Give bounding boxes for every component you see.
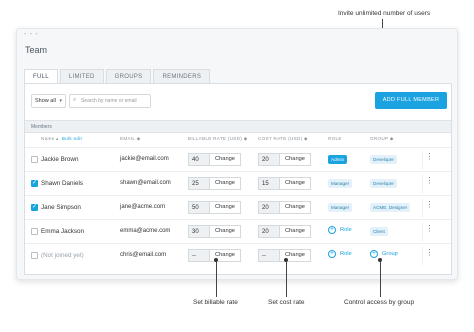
more-options-icon[interactable]: ⋮ bbox=[422, 199, 436, 217]
member-name: (Not joined yet) bbox=[41, 252, 84, 259]
member-email: jane@acme.com bbox=[120, 204, 166, 210]
search-icon: ⌕ bbox=[73, 97, 77, 103]
group-badge[interactable]: Developer bbox=[370, 155, 397, 164]
name-header-label: Name bbox=[41, 136, 55, 141]
page-title: Team bbox=[25, 45, 48, 55]
chevron-down-icon: ▾ bbox=[59, 98, 62, 104]
billable-rate-value[interactable]: 50 bbox=[188, 201, 210, 214]
member-name: Shawn Daniels bbox=[41, 180, 84, 187]
add-group-label: Group bbox=[382, 251, 398, 257]
add-role-button[interactable]: + Role bbox=[328, 250, 352, 258]
member-email: emma@acme.com bbox=[120, 228, 171, 234]
window-controls: • • • bbox=[24, 32, 39, 38]
bulk-edit-link[interactable]: Bulk edit bbox=[62, 136, 82, 141]
member-email: jackie@email.com bbox=[120, 156, 169, 162]
add-full-member-button[interactable]: ADD FULL MEMBER bbox=[375, 92, 447, 109]
plus-circle-icon: + bbox=[328, 250, 336, 258]
column-header-group[interactable]: GROUP ◆ bbox=[370, 136, 394, 142]
billable-rate-value[interactable]: 25 bbox=[188, 177, 210, 190]
role-badge[interactable]: Manager bbox=[328, 203, 353, 212]
member-name: Emma Jackson bbox=[41, 228, 85, 235]
add-role-label: Role bbox=[340, 227, 352, 233]
more-options-icon[interactable]: ⋮ bbox=[422, 175, 436, 193]
cost-rate-field: 15 Change bbox=[258, 177, 311, 190]
row-checkbox[interactable] bbox=[31, 179, 38, 187]
row-checkbox[interactable] bbox=[31, 228, 38, 235]
table-row: Emma Jackson emma@acme.com 30 Change 20 … bbox=[25, 219, 451, 243]
member-email: chris@email.com bbox=[120, 252, 167, 258]
role-badge[interactable]: Admin bbox=[328, 155, 348, 164]
column-header-cost-rate[interactable]: COST RATE (USD) ◆ bbox=[258, 136, 308, 142]
more-options-icon[interactable]: ⋮ bbox=[422, 223, 436, 241]
column-header-billable-rate[interactable]: BILLABLE RATE (USD) ◆ bbox=[188, 136, 248, 142]
billable-rate-value[interactable]: 30 bbox=[188, 225, 210, 238]
table-row: Jackie Brown jackie@email.com 40 Change … bbox=[25, 147, 451, 171]
search-placeholder: Search by name or email bbox=[81, 98, 137, 104]
change-billable-button[interactable]: Change bbox=[210, 153, 241, 166]
plus-circle-icon: + bbox=[370, 250, 378, 258]
column-header-role: ROLE bbox=[328, 136, 342, 141]
callout-access: Control access by group bbox=[344, 299, 415, 306]
row-checkbox[interactable] bbox=[31, 203, 38, 211]
add-group-button[interactable]: + Group bbox=[370, 250, 398, 258]
search-input[interactable]: ⌕ Search by name or email bbox=[69, 94, 151, 108]
change-cost-button[interactable]: Change bbox=[280, 201, 311, 214]
change-billable-button[interactable]: Change bbox=[210, 201, 241, 214]
column-header-name: Name ▴ Bulk edit bbox=[41, 136, 83, 141]
callout-cost: Set cost rate bbox=[268, 299, 305, 306]
row-checkbox[interactable] bbox=[31, 252, 38, 259]
role-badge[interactable]: Manager bbox=[328, 179, 353, 188]
more-options-icon[interactable]: ⋮ bbox=[422, 151, 436, 169]
callout-access-line bbox=[380, 261, 381, 297]
billable-rate-field: 25 Change bbox=[188, 177, 241, 190]
cost-rate-value[interactable]: 15 bbox=[258, 177, 280, 190]
cost-rate-value[interactable]: 20 bbox=[258, 225, 280, 238]
cost-rate-field: 20 Change bbox=[258, 201, 311, 214]
show-filter-value: Show all bbox=[35, 98, 56, 104]
row-checkbox[interactable] bbox=[31, 156, 38, 163]
more-options-icon[interactable]: ⋮ bbox=[422, 247, 436, 265]
tab-groups[interactable]: GROUPS bbox=[105, 69, 152, 84]
table-row: (Not joined yet) chris@email.com -- Chan… bbox=[25, 243, 451, 267]
tab-reminders[interactable]: REMINDERS bbox=[153, 69, 211, 84]
callout-billable-line bbox=[216, 261, 217, 297]
change-cost-button[interactable]: Change bbox=[280, 225, 311, 238]
billable-rate-field: 50 Change bbox=[188, 201, 241, 214]
billable-rate-value[interactable]: -- bbox=[188, 249, 210, 262]
add-role-label: Role bbox=[340, 251, 352, 257]
callout-cost-line bbox=[286, 261, 287, 297]
member-name: Jane Simpson bbox=[41, 204, 81, 211]
change-cost-button[interactable]: Change bbox=[280, 177, 311, 190]
members-panel: Show all ▾ ⌕ Search by name or email ADD… bbox=[24, 83, 452, 275]
column-header-email[interactable]: EMAIL ◆ bbox=[120, 136, 141, 142]
cost-rate-value[interactable]: -- bbox=[258, 249, 280, 262]
app-window: • • • Team FULL LIMITED GROUPS REMINDERS… bbox=[16, 28, 458, 280]
plus-circle-icon: + bbox=[328, 226, 336, 234]
group-badge[interactable]: Client bbox=[370, 227, 388, 236]
billable-rate-field: 40 Change bbox=[188, 153, 241, 166]
group-badge[interactable]: ACME, Designer bbox=[370, 203, 411, 212]
member-email: shawn@email.com bbox=[120, 180, 171, 186]
add-role-button[interactable]: + Role bbox=[328, 226, 352, 234]
change-billable-button[interactable]: Change bbox=[210, 225, 241, 238]
billable-rate-value[interactable]: 40 bbox=[188, 153, 210, 166]
member-name: Jackie Brown bbox=[41, 156, 79, 163]
change-billable-button[interactable]: Change bbox=[210, 177, 241, 190]
change-cost-button[interactable]: Change bbox=[280, 153, 311, 166]
group-badge[interactable]: Developer bbox=[370, 179, 397, 188]
cost-rate-value[interactable]: 20 bbox=[258, 153, 280, 166]
tab-limited[interactable]: LIMITED bbox=[59, 69, 104, 84]
cost-rate-field: 20 Change bbox=[258, 153, 311, 166]
table-row: Shawn Daniels shawn@email.com 25 Change … bbox=[25, 171, 451, 195]
screenshot: Invite unlimited number of users • • • T… bbox=[0, 0, 474, 332]
cost-rate-value[interactable]: 20 bbox=[258, 201, 280, 214]
cost-rate-field: 20 Change bbox=[258, 225, 311, 238]
callout-billable: Set billable rate bbox=[193, 299, 238, 306]
billable-rate-field: 30 Change bbox=[188, 225, 241, 238]
show-filter-select[interactable]: Show all ▾ bbox=[31, 94, 66, 108]
table-row: Jane Simpson jane@acme.com 50 Change 20 … bbox=[25, 195, 451, 219]
members-section-header: Members bbox=[25, 120, 451, 133]
callout-invite: Invite unlimited number of users bbox=[338, 10, 431, 17]
